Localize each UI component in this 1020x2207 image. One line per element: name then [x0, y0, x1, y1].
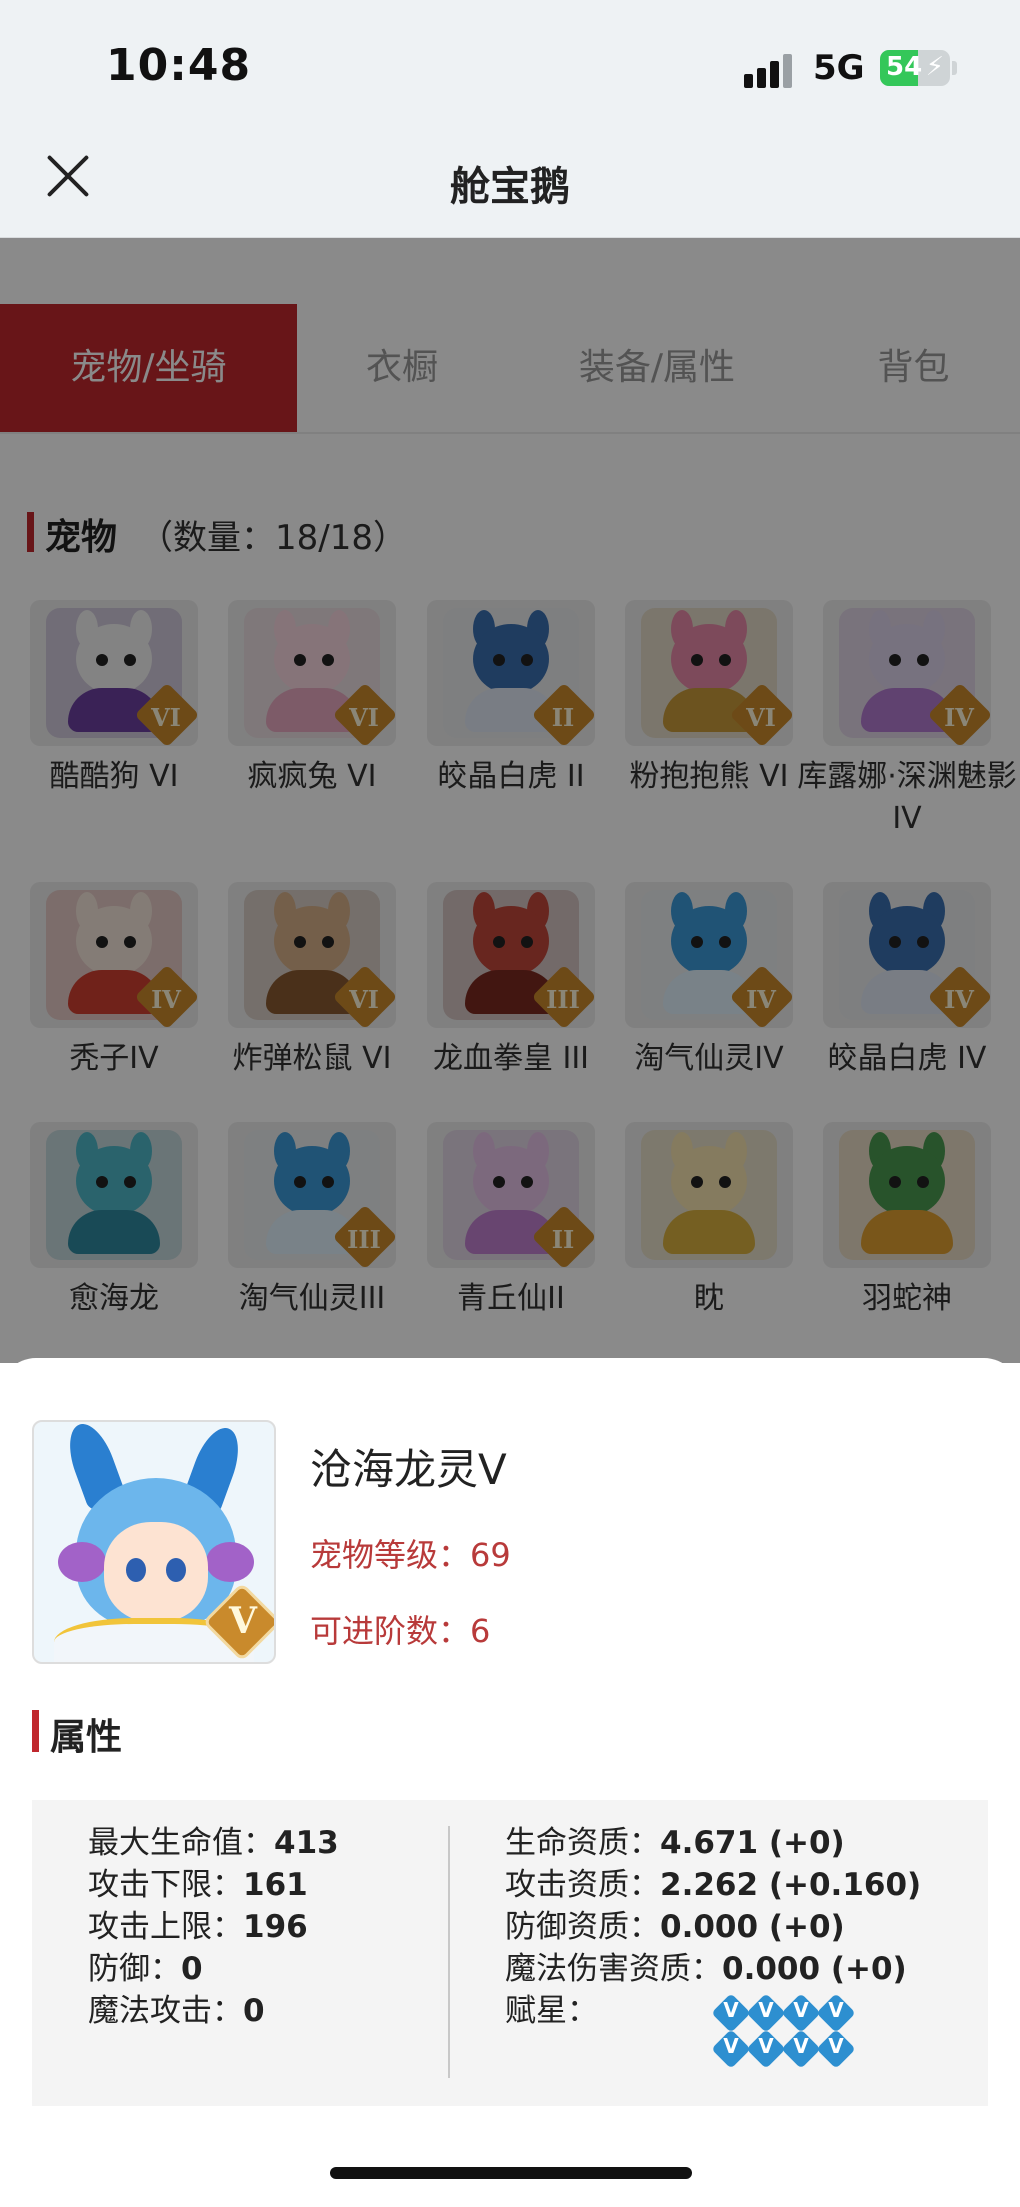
star-glyph: V [723, 1998, 739, 2022]
nav-bar: 舱宝鹅 [0, 122, 1020, 238]
pet-advance-count: 可进阶数：6 [310, 1612, 491, 1650]
star-glyph: V [828, 2034, 844, 2058]
face-shape [104, 1522, 208, 1622]
pet-name: 沧海龙灵V [310, 1445, 507, 1494]
star-icon: V [781, 1993, 821, 2033]
attr-label: 攻击上限： [88, 1909, 243, 1945]
attr-value: 161 [243, 1867, 308, 1903]
fin-shape [206, 1542, 254, 1582]
attr-value: 0 [243, 1993, 265, 2029]
eye-shape [166, 1558, 186, 1582]
attr-value: 413 [274, 1825, 339, 1861]
eye-shape [126, 1558, 146, 1582]
fin-shape [58, 1542, 106, 1582]
attr-magic-attack: 魔法攻击：0 [88, 1990, 265, 2032]
rank-badge-label: V [229, 1600, 257, 1642]
attr-attack-min: 攻击下限：161 [88, 1864, 308, 1906]
battery-tip [952, 61, 957, 75]
star-glyph: V [828, 1998, 844, 2022]
pet-portrait: V [32, 1420, 276, 1664]
page-title: 舱宝鹅 [450, 164, 570, 210]
dim-overlay[interactable] [0, 238, 1020, 1363]
attr-label: 防御资质： [505, 1909, 660, 1945]
section-accent-bar [32, 1710, 39, 1752]
star-icon: V [781, 2029, 821, 2069]
pet-level: 宠物等级：69 [310, 1536, 511, 1574]
attr-attack-aptitude: 攻击资质：2.262 (+0.160) [505, 1864, 921, 1906]
star-icon: V [711, 2029, 751, 2069]
star-icon: V [746, 2029, 786, 2069]
star-glyph: V [758, 1998, 774, 2022]
attr-attack-max: 攻击上限：196 [88, 1906, 308, 1948]
attr-value: 2.262 (+0.160) [660, 1867, 922, 1903]
attr-value: 4.671 (+0) [660, 1825, 845, 1861]
attributes-title: 属性 [50, 1717, 123, 1758]
star-glyph: V [758, 2034, 774, 2058]
pet-detail-sheet: V 沧海龙灵V 宠物等级：69 可进阶数：6 属性 最大生命值：413 攻击下限… [0, 1358, 1020, 2207]
attr-hp-aptitude: 生命资质：4.671 (+0) [505, 1822, 845, 1864]
charging-icon: ⚡ [925, 52, 944, 82]
attr-max-hp: 最大生命值：413 [88, 1822, 339, 1864]
attr-label: 生命资质： [505, 1825, 660, 1861]
attr-magic-aptitude: 魔法伤害资质：0.000 (+0) [505, 1948, 907, 1990]
star-glyph: V [793, 1998, 809, 2022]
battery-icon: 54 ⚡ [880, 50, 950, 86]
star-icon: V [746, 1993, 786, 2033]
star-icon: V [816, 2029, 856, 2069]
network-type: 5G [813, 48, 865, 88]
status-bar: 10:48 5G 54 ⚡ [0, 0, 1020, 122]
attr-value: 196 [243, 1909, 308, 1945]
attr-value: 0.000 (+0) [722, 1951, 907, 1987]
star-glyph: V [723, 2034, 739, 2058]
attr-star-label: 赋星： [505, 1993, 598, 2029]
attr-label: 魔法攻击： [88, 1993, 243, 2029]
star-glyph: V [793, 2034, 809, 2058]
attr-value: 0.000 (+0) [660, 1909, 845, 1945]
battery-percent: 54 [886, 52, 923, 82]
attributes-panel: 最大生命值：413 攻击下限：161 攻击上限：196 防御：0 魔法攻击：0 … [32, 1800, 988, 2106]
attr-defense: 防御：0 [88, 1948, 203, 1990]
clock: 10:48 [106, 40, 252, 91]
signal-icon [744, 52, 796, 88]
attr-label: 魔法伤害资质： [505, 1951, 722, 1987]
attr-label: 防御： [88, 1951, 181, 1987]
attr-defense-aptitude: 防御资质：0.000 (+0) [505, 1906, 845, 1948]
attr-value: 0 [181, 1951, 203, 1987]
star-icon: V [711, 1993, 751, 2033]
star-icon: V [816, 1993, 856, 2033]
attr-label: 攻击下限： [88, 1867, 243, 1903]
attr-label: 最大生命值： [88, 1825, 274, 1861]
column-divider [448, 1826, 450, 2078]
attr-label: 攻击资质： [505, 1867, 660, 1903]
home-indicator[interactable] [330, 2167, 692, 2179]
